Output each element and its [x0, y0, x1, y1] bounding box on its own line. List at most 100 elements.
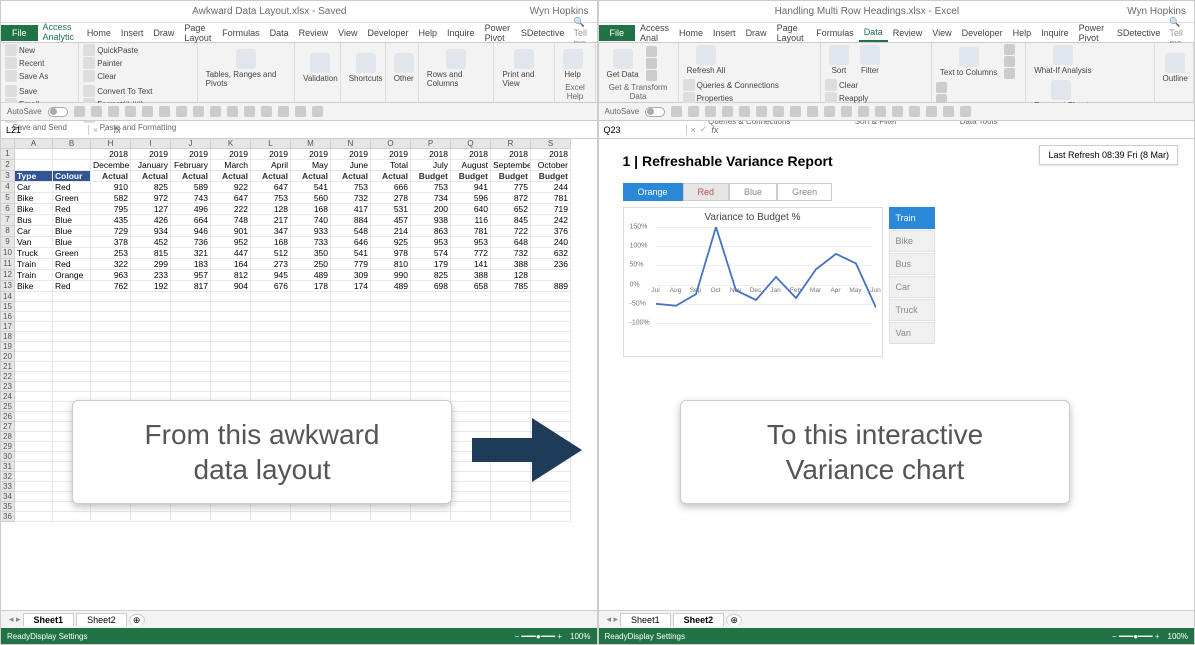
- cell[interactable]: [91, 322, 131, 332]
- cell[interactable]: August: [451, 160, 491, 171]
- cell[interactable]: April: [251, 160, 291, 171]
- cell[interactable]: 666: [371, 182, 411, 193]
- cell[interactable]: 2019: [171, 149, 211, 160]
- cell[interactable]: 496: [171, 204, 211, 215]
- cell[interactable]: 435: [91, 215, 131, 226]
- cell[interactable]: 2019: [131, 149, 171, 160]
- cell[interactable]: 116: [451, 215, 491, 226]
- cell[interactable]: 2018: [531, 149, 571, 160]
- cell[interactable]: [451, 302, 491, 312]
- btn-filter[interactable]: Filter: [856, 44, 884, 76]
- col-header[interactable]: A: [15, 139, 53, 149]
- cell[interactable]: [211, 352, 251, 362]
- row-header[interactable]: 12: [1, 270, 15, 281]
- cell[interactable]: 174: [331, 281, 371, 292]
- cell[interactable]: [171, 312, 211, 322]
- cell[interactable]: Red: [53, 204, 91, 215]
- cell[interactable]: [211, 342, 251, 352]
- cell[interactable]: [211, 372, 251, 382]
- cell[interactable]: 447: [211, 248, 251, 259]
- cell[interactable]: 922: [211, 182, 251, 193]
- slicer-type-bus[interactable]: Bus: [889, 253, 935, 275]
- ribbon-tab-page-layout[interactable]: Page Layout: [772, 20, 812, 46]
- cell[interactable]: [531, 342, 571, 352]
- cell[interactable]: Actual: [251, 171, 291, 182]
- cell[interactable]: 729: [91, 226, 131, 237]
- cell[interactable]: [491, 502, 531, 512]
- cell[interactable]: 753: [411, 182, 451, 193]
- cell[interactable]: [331, 382, 371, 392]
- rb-queries-connections[interactable]: Queries & Connections: [683, 79, 779, 91]
- cell[interactable]: 426: [131, 215, 171, 226]
- cell[interactable]: 574: [411, 248, 451, 259]
- cell[interactable]: [15, 352, 53, 362]
- cell[interactable]: [411, 322, 451, 332]
- cell[interactable]: 772: [451, 248, 491, 259]
- cell[interactable]: [171, 292, 211, 302]
- btn-other[interactable]: Other: [390, 52, 418, 84]
- rb-painter[interactable]: Painter: [83, 57, 138, 69]
- cell[interactable]: 953: [451, 237, 491, 248]
- rb-save[interactable]: Save: [5, 85, 39, 97]
- rb-recent[interactable]: Recent: [5, 57, 48, 69]
- col-header[interactable]: H: [91, 139, 131, 149]
- ribbon-tab-file[interactable]: File: [1, 25, 38, 41]
- cell[interactable]: Budget: [411, 171, 451, 182]
- cell[interactable]: 733: [291, 237, 331, 248]
- formula-input[interactable]: ×✓fx: [89, 124, 597, 135]
- cell[interactable]: [371, 292, 411, 302]
- cell[interactable]: [491, 482, 531, 492]
- cell[interactable]: 512: [251, 248, 291, 259]
- cell[interactable]: 952: [211, 237, 251, 248]
- slicer-type-van[interactable]: Van: [889, 322, 935, 344]
- ribbon-tab-review[interactable]: Review: [294, 25, 334, 41]
- rb-new[interactable]: New: [5, 44, 48, 56]
- cell[interactable]: [371, 342, 411, 352]
- ribbon-tab-review[interactable]: Review: [888, 25, 928, 41]
- cell[interactable]: [15, 312, 53, 322]
- cell[interactable]: February: [171, 160, 211, 171]
- btn-outline[interactable]: Outline: [1159, 52, 1192, 84]
- cell[interactable]: [53, 512, 91, 522]
- row-header[interactable]: 20: [1, 352, 15, 362]
- cell[interactable]: [53, 149, 91, 160]
- cell[interactable]: Septembe: [491, 160, 531, 171]
- cell[interactable]: 743: [171, 193, 211, 204]
- cell[interactable]: [211, 362, 251, 372]
- cell[interactable]: 825: [131, 182, 171, 193]
- cell[interactable]: [131, 292, 171, 302]
- cell[interactable]: [451, 512, 491, 522]
- cell[interactable]: [411, 292, 451, 302]
- cell[interactable]: [15, 149, 53, 160]
- row-header[interactable]: 17: [1, 322, 15, 332]
- cell[interactable]: [451, 352, 491, 362]
- ribbon-tab-sdetective[interactable]: SDetective: [1112, 25, 1166, 41]
- cell[interactable]: 664: [171, 215, 211, 226]
- cell[interactable]: [531, 302, 571, 312]
- cell[interactable]: 278: [371, 193, 411, 204]
- slicer-green[interactable]: Green: [777, 183, 832, 201]
- cell[interactable]: Actual: [211, 171, 251, 182]
- cell[interactable]: [211, 312, 251, 322]
- cell[interactable]: 253: [91, 248, 131, 259]
- cell[interactable]: 236: [531, 259, 571, 270]
- btn-text-columns[interactable]: Text to Columns: [936, 46, 1001, 78]
- cell[interactable]: 736: [171, 237, 211, 248]
- cell[interactable]: [531, 402, 571, 412]
- cell[interactable]: Type: [15, 171, 53, 182]
- row-header[interactable]: 6: [1, 204, 15, 215]
- cell[interactable]: Bike: [15, 281, 53, 292]
- cell[interactable]: October: [531, 160, 571, 171]
- cell[interactable]: [531, 502, 571, 512]
- name-box[interactable]: L21: [1, 125, 89, 135]
- cell[interactable]: 740: [291, 215, 331, 226]
- cell[interactable]: Train: [15, 270, 53, 281]
- cell[interactable]: Bike: [15, 193, 53, 204]
- cell[interactable]: 242: [531, 215, 571, 226]
- cell[interactable]: 719: [531, 204, 571, 215]
- row-header[interactable]: 15: [1, 302, 15, 312]
- rb-clear[interactable]: Clear: [83, 70, 138, 82]
- qat-icon[interactable]: [74, 106, 85, 117]
- cell[interactable]: December: [91, 160, 131, 171]
- cell[interactable]: [371, 382, 411, 392]
